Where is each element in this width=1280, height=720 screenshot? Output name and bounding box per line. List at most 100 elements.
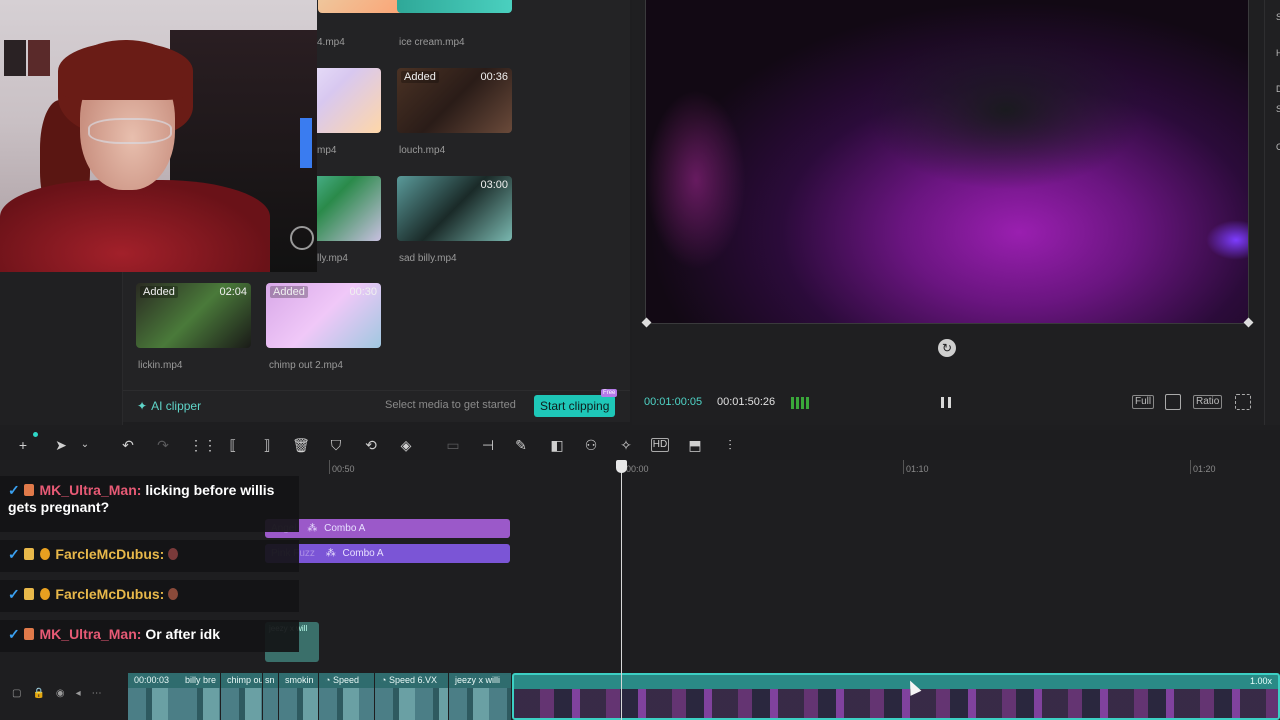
- added-badge: Added: [270, 286, 308, 298]
- eye-icon[interactable]: ◉: [56, 688, 65, 699]
- shield-icon[interactable]: ⛉: [327, 436, 345, 454]
- video-preview[interactable]: [645, 0, 1249, 324]
- undo-icon[interactable]: ↶: [119, 436, 137, 454]
- media-thumb-name: louch.mp4: [399, 145, 446, 156]
- effect-clip[interactable]: Angel ⁂ Combo A: [265, 519, 510, 538]
- chat-message: ✓ FarcleMcDubus:: [0, 580, 299, 612]
- media-thumb-name: lickin.mp4: [138, 360, 183, 371]
- speed-icon: ◔: [325, 675, 333, 685]
- split-icon[interactable]: ⋮⋮: [189, 436, 217, 454]
- split-left-icon[interactable]: ⟦: [224, 436, 242, 454]
- hd-icon[interactable]: HD: [651, 438, 669, 452]
- speaker-icon[interactable]: ◂: [76, 688, 81, 699]
- notification-dot: [33, 432, 38, 437]
- playhead-line[interactable]: [621, 460, 622, 720]
- playhead-handle[interactable]: [616, 460, 627, 473]
- properties-strip: S H D S C: [1264, 0, 1280, 425]
- crop-handle-right[interactable]: [1243, 317, 1254, 328]
- chat-username: FarcleMcDubus: [55, 546, 160, 562]
- crown-icon: [23, 588, 34, 600]
- track-controls: ▢ 🔒 ◉ ◂ ⋯: [12, 688, 102, 699]
- delete-icon[interactable]: 🗑: [292, 436, 310, 454]
- strip-letter: H: [1276, 48, 1280, 58]
- group-icon[interactable]: ▭: [444, 436, 462, 454]
- chat-message: ✓ MK_Ultra_Man: licking before willis ge…: [0, 476, 299, 532]
- add-track-icon[interactable]: +: [14, 436, 32, 454]
- strip-letter: S: [1276, 104, 1280, 114]
- select-tool-icon[interactable]: ➤: [52, 436, 70, 454]
- person-icon[interactable]: ⚇: [582, 436, 600, 454]
- ai-clipper-label[interactable]: ✦ AI clipper: [137, 399, 201, 413]
- media-thumb-name: mp4: [317, 145, 337, 156]
- track-clip[interactable]: billy bre: [179, 673, 221, 720]
- start-clipping-button[interactable]: Start clipping Free: [534, 389, 618, 417]
- emote-icon: [168, 588, 179, 600]
- strip-letter: D: [1276, 84, 1280, 94]
- chevron-down-icon[interactable]: ⌄: [76, 436, 94, 454]
- media-thumb[interactable]: Added 02:04: [136, 283, 251, 348]
- track-clip[interactable]: ◔ Speed 6.VX: [375, 673, 449, 720]
- media-thumb[interactable]: Added 00:30: [266, 283, 381, 348]
- ratio-button[interactable]: Ratio: [1193, 395, 1223, 409]
- pause-icon[interactable]: [941, 397, 951, 408]
- fullscreen-icon[interactable]: [1235, 394, 1251, 410]
- media-thumb[interactable]: Added 00:36: [397, 68, 512, 133]
- duration-label: 02:04: [219, 286, 247, 298]
- badge-icon: [23, 628, 34, 640]
- effect-clip[interactable]: Pink Fuzz ⁂ Combo A: [265, 544, 510, 563]
- media-thumb-name: chimp out 2.mp4: [269, 360, 343, 371]
- effect-icon: ⁂: [307, 523, 318, 534]
- full-button[interactable]: Full: [1132, 395, 1155, 409]
- magic-wand-icon[interactable]: ✧: [617, 436, 635, 454]
- split-right-icon[interactable]: ⟧: [258, 436, 276, 454]
- sparkle-icon: ✦: [137, 399, 148, 413]
- audio-wave-icon[interactable]: ⫶: [721, 436, 739, 454]
- current-time: 00:01:00:05: [644, 396, 703, 408]
- keyframe-icon[interactable]: ◈: [397, 436, 415, 454]
- audio-level-icon: [791, 397, 811, 409]
- total-time: 00:01:50:26: [717, 396, 776, 408]
- screenshot-icon[interactable]: [1165, 394, 1181, 410]
- media-thumb-name: lly.mp4: [317, 253, 348, 264]
- cover-icon[interactable]: ▢: [12, 688, 21, 699]
- reset-icon[interactable]: ↻: [938, 339, 956, 357]
- media-thumb[interactable]: [397, 0, 512, 13]
- strip-letter: C: [1276, 142, 1280, 152]
- pen-icon[interactable]: ✎: [512, 436, 530, 454]
- track-clip[interactable]: sn: [263, 673, 279, 720]
- added-badge: Added: [401, 71, 439, 83]
- redo-icon[interactable]: ↷: [154, 436, 172, 454]
- mirror-icon[interactable]: ◧: [548, 436, 566, 454]
- chat-message: ✓ MK_Ultra_Man: Or after idk: [0, 620, 299, 652]
- loop-icon[interactable]: ⟲: [362, 436, 380, 454]
- webcam-overlay: [0, 0, 317, 272]
- media-thumb[interactable]: 03:00: [397, 176, 512, 241]
- editor-window: 4.mp4 ice cream.mp4 mp4 Added 00:36 louc…: [0, 0, 1280, 720]
- chat-username: MK_Ultra_Man: [39, 482, 137, 498]
- media-thumb-name: ice cream.mp4: [399, 37, 465, 48]
- verified-icon: ✓: [8, 546, 20, 562]
- chat-username: FarcleMcDubus: [55, 586, 160, 602]
- edit-toolbar: + ➤ ⌄ ↶ ↷ ⋮⋮ ⟦ ⟧ 🗑 ⛉ ⟲ ◈ ▭ ⊣ ✎ ◧ ⚇ ✧ HD …: [0, 430, 1280, 460]
- track-clip[interactable]: chimp ou: [221, 673, 263, 720]
- lock-icon[interactable]: 🔒: [32, 688, 44, 699]
- selected-track-clip[interactable]: 1.00x: [512, 673, 1280, 720]
- ruler-tick: 01:10: [906, 464, 929, 474]
- speed-icon: ◔: [381, 675, 389, 685]
- track-clip[interactable]: ◔ Speed: [319, 673, 375, 720]
- more-icon[interactable]: ⋯: [92, 688, 102, 699]
- badge-icon: [39, 548, 50, 560]
- badge-icon: [39, 588, 50, 600]
- freeze-icon[interactable]: ⊣: [479, 436, 497, 454]
- track-clip[interactable]: jeezy x willi: [449, 673, 512, 720]
- ruler-tick: 00:00: [626, 464, 649, 474]
- main-video-track[interactable]: 00:00:03 billy bre chimp ou sn smokin ◔ …: [128, 673, 1280, 720]
- track-clip[interactable]: smokin: [279, 673, 319, 720]
- export-frame-icon[interactable]: ⬒: [686, 436, 704, 454]
- verified-icon: ✓: [8, 482, 20, 498]
- free-tag: Free: [601, 389, 618, 397]
- duration-label: 03:00: [480, 179, 508, 191]
- duration-label: 00:30: [349, 286, 377, 298]
- chat-text: Or after idk: [145, 626, 221, 642]
- time-ruler[interactable]: 00:50 00:00 01:10 01:20: [300, 460, 1280, 478]
